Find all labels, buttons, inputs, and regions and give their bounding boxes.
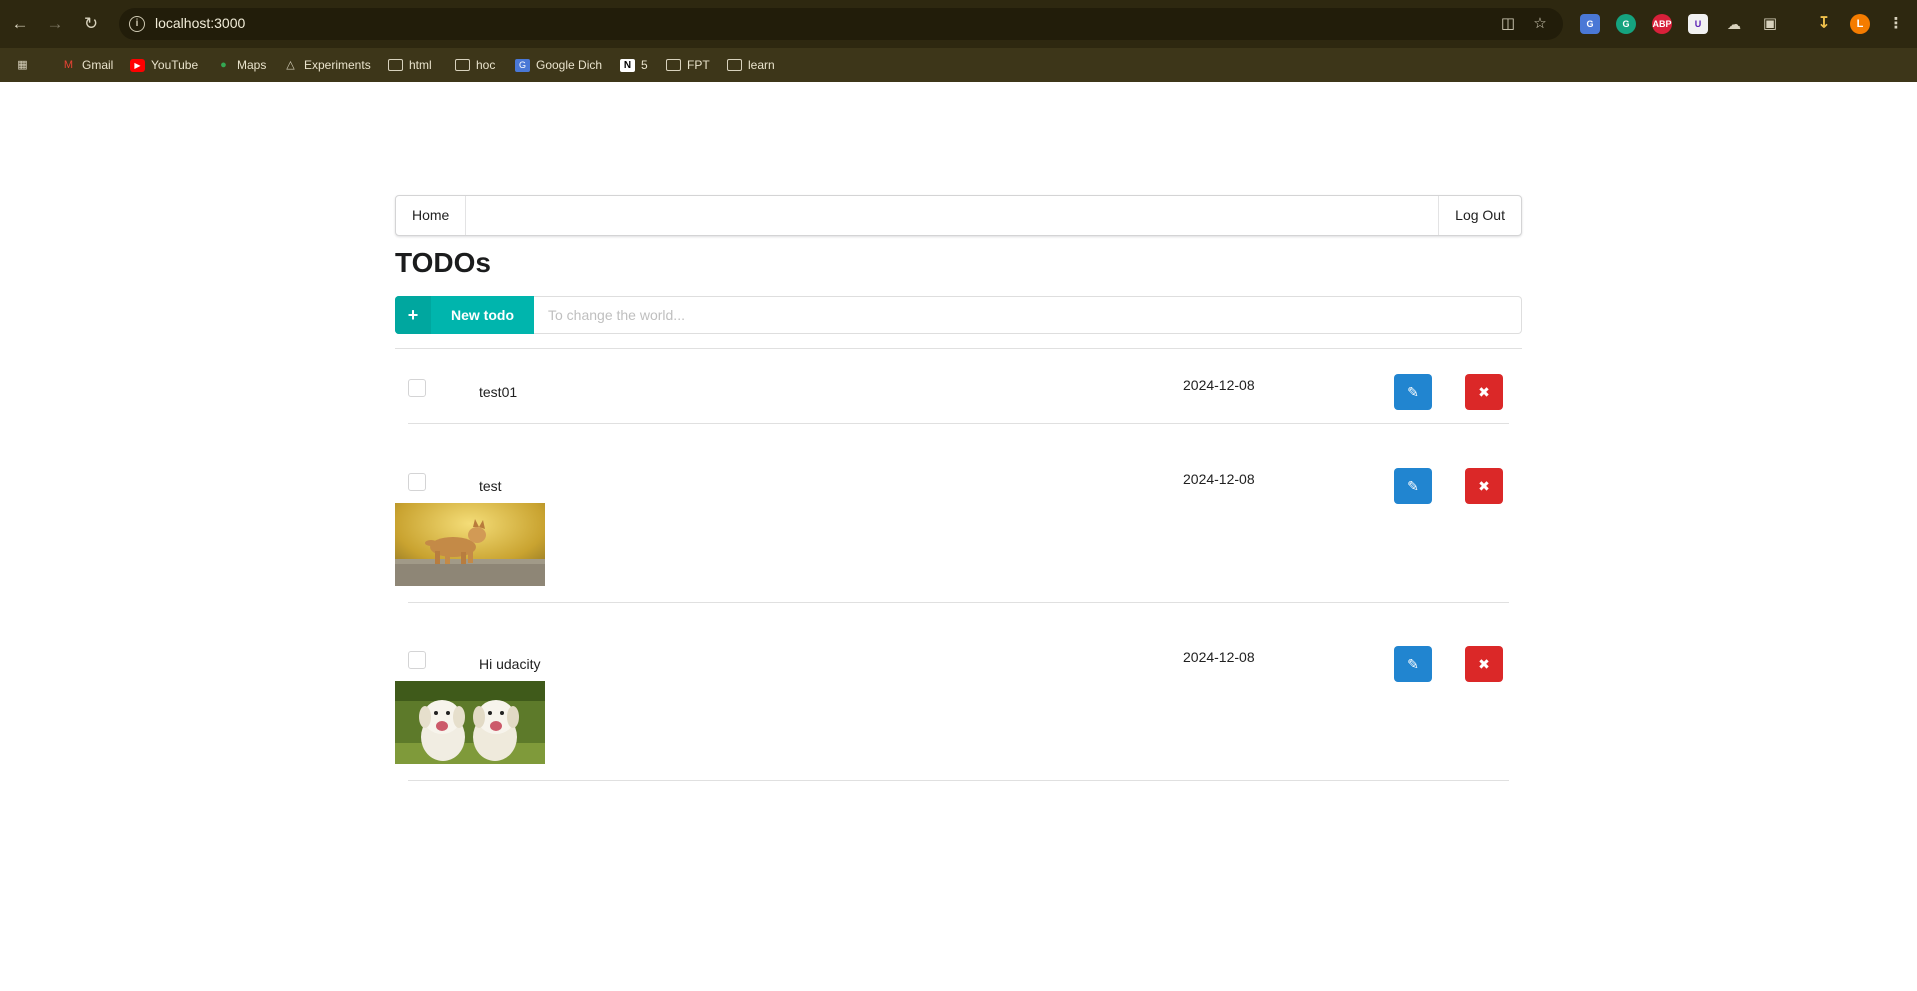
bookmarks-bar: ▦ M Gmail ▶ YouTube ● Maps △ Experiments…	[0, 48, 1917, 82]
todo-due-date: 2024-12-08	[1183, 649, 1255, 665]
flask-icon: △	[286, 58, 295, 71]
pencil-icon: ✎	[1407, 384, 1419, 400]
forward-arrow-icon[interactable]: →	[43, 12, 67, 36]
udemy-ext-icon[interactable]: U	[1688, 14, 1708, 34]
bookmark-folder-html[interactable]: html	[388, 56, 432, 74]
bookmark-label: 5	[641, 58, 648, 72]
bookmark-label: learn	[748, 58, 775, 72]
plus-icon: +	[395, 296, 431, 334]
delete-todo-button[interactable]: ✖	[1465, 468, 1503, 504]
todo-item: Hi udacity 2024-12-08 ✎ ✖	[395, 640, 1522, 781]
bookmark-notion[interactable]: N 5	[620, 56, 648, 74]
todo-name: test	[479, 478, 502, 494]
delete-todo-button[interactable]: ✖	[1465, 374, 1503, 410]
new-todo-label: New todo	[451, 307, 514, 323]
back-arrow-icon[interactable]: ←	[8, 12, 32, 36]
pencil-icon: ✎	[1407, 478, 1419, 494]
bookmark-gmail[interactable]: M Gmail	[61, 56, 113, 74]
address-url[interactable]: localhost:3000	[155, 15, 245, 31]
todo-due-date: 2024-12-08	[1183, 377, 1255, 393]
cloud-ext-icon[interactable]: ☁	[1724, 14, 1744, 34]
profile-avatar[interactable]: L	[1850, 14, 1870, 34]
translate-icon: G	[515, 58, 530, 72]
bookmark-experiments[interactable]: △ Experiments	[283, 56, 371, 74]
list-divider	[395, 348, 1522, 349]
puppy-running-photo	[395, 503, 545, 586]
bookmark-maps[interactable]: ● Maps	[216, 56, 266, 74]
bookmark-label: hoc	[476, 58, 496, 72]
folder-icon	[727, 59, 742, 71]
edit-todo-button[interactable]: ✎	[1394, 468, 1432, 504]
todo-attachment-image	[395, 681, 545, 764]
logout-button[interactable]: Log Out	[1438, 196, 1521, 235]
todo-item: test 2024-12-08 ✎ ✖	[395, 462, 1522, 603]
page-title: TODOs	[395, 247, 491, 278]
bookmark-folder-fpt[interactable]: FPT	[666, 56, 710, 74]
todo-name: test01	[479, 384, 518, 400]
install-app-icon[interactable]: ◫	[1498, 14, 1518, 34]
new-todo-bar: + New todo	[395, 296, 1522, 334]
bookmark-label: html	[409, 58, 432, 72]
grammarly-ext-icon[interactable]: G	[1616, 14, 1636, 34]
bookmark-label: Experiments	[304, 58, 371, 72]
todo-item: test01 2024-12-08 ✎ ✖	[395, 368, 1522, 424]
edit-todo-button[interactable]: ✎	[1394, 646, 1432, 682]
browser-chrome: ← → ↻ i localhost:3000 ◫ ☆ G G ABP U ☁ ▣…	[0, 0, 1917, 82]
bookmark-folder-hoc[interactable]: hoc	[455, 56, 495, 74]
apps-grid-icon[interactable]: ▦	[15, 56, 36, 74]
todo-done-checkbox[interactable]	[408, 651, 426, 669]
todo-due-date: 2024-12-08	[1183, 471, 1255, 487]
address-bar[interactable]: i localhost:3000 ◫ ☆	[119, 8, 1563, 40]
close-icon: ✖	[1478, 656, 1490, 672]
two-white-puppies-photo	[395, 681, 545, 764]
google-translate-ext-icon[interactable]: G	[1580, 14, 1600, 34]
folder-icon	[666, 59, 681, 71]
maps-icon: ●	[220, 58, 227, 71]
todo-done-checkbox[interactable]	[408, 473, 426, 491]
adblock-plus-ext-icon[interactable]: ABP	[1652, 14, 1672, 34]
bookmark-folder-learn[interactable]: learn	[727, 56, 775, 74]
bookmark-label: Maps	[237, 58, 267, 72]
browser-toolbar: ← → ↻ i localhost:3000 ◫ ☆ G G ABP U ☁ ▣…	[0, 0, 1917, 48]
top-menu: Home Log Out	[395, 195, 1522, 236]
menu-home[interactable]: Home	[396, 196, 467, 235]
notion-icon: N	[620, 58, 635, 72]
todo-divider	[408, 602, 1509, 603]
site-info-icon[interactable]: i	[129, 16, 145, 32]
menu-kebab-icon[interactable]: ⋮	[1886, 14, 1906, 34]
todo-attachment-image	[395, 503, 545, 586]
todo-divider	[408, 780, 1509, 781]
todo-name: Hi udacity	[479, 656, 541, 672]
close-icon: ✖	[1478, 384, 1490, 400]
delete-todo-button[interactable]: ✖	[1465, 646, 1503, 682]
gmail-icon: M	[63, 58, 74, 71]
todo-done-checkbox[interactable]	[408, 379, 426, 397]
pencil-icon: ✎	[1407, 656, 1419, 672]
folder-icon	[455, 59, 470, 71]
bookmark-label: YouTube	[151, 58, 199, 72]
extensions-puzzle-icon[interactable]: ▣	[1760, 14, 1780, 34]
youtube-icon: ▶	[130, 58, 145, 72]
new-todo-button[interactable]: + New todo	[395, 296, 534, 334]
new-todo-input[interactable]	[534, 296, 1522, 334]
bookmark-label: Gmail	[82, 58, 114, 72]
close-icon: ✖	[1478, 478, 1490, 494]
bookmark-label: FPT	[687, 58, 710, 72]
todo-divider	[408, 423, 1509, 424]
download-icon[interactable]: ↧	[1814, 14, 1834, 34]
folder-icon	[388, 59, 403, 71]
bookmark-youtube[interactable]: ▶ YouTube	[130, 56, 198, 74]
bookmark-star-icon[interactable]: ☆	[1530, 14, 1550, 34]
reload-icon[interactable]: ↻	[79, 12, 103, 36]
bookmark-label: Google Dich	[536, 58, 603, 72]
edit-todo-button[interactable]: ✎	[1394, 374, 1432, 410]
bookmark-google-dich[interactable]: G Google Dich	[515, 56, 602, 74]
